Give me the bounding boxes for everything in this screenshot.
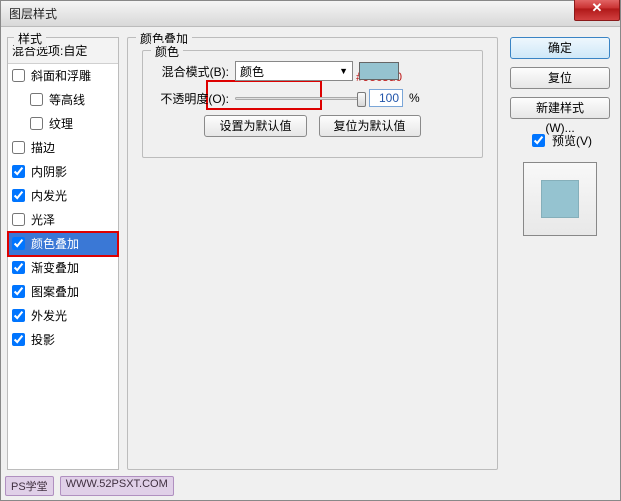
style-label: 内阴影	[31, 163, 67, 180]
style-label: 渐变叠加	[31, 259, 79, 276]
opacity-slider[interactable]	[235, 97, 363, 100]
style-inner-glow-check[interactable]	[12, 189, 25, 202]
watermark-tag2: WWW.52PSXT.COM	[60, 476, 174, 496]
default-buttons-row: 设置为默认值 复位为默认值	[153, 115, 472, 137]
style-label: 图案叠加	[31, 283, 79, 300]
titlebar[interactable]: 图层样式 ✕	[1, 1, 620, 27]
style-label: 等高线	[49, 91, 85, 108]
style-color-overlay-check[interactable]	[12, 237, 25, 250]
style-color-overlay[interactable]: 颜色叠加	[8, 232, 118, 256]
style-bevel[interactable]: 斜面和浮雕	[8, 64, 118, 88]
style-satin[interactable]: 光泽	[8, 208, 118, 232]
style-texture-check[interactable]	[30, 117, 43, 130]
style-gradient-overlay-check[interactable]	[12, 261, 25, 274]
style-inner-shadow-check[interactable]	[12, 165, 25, 178]
blend-mode-dropdown[interactable]: 颜色 ▼	[235, 61, 353, 81]
blend-mode-label: 混合模式(B):	[153, 63, 229, 80]
color-swatch[interactable]	[359, 62, 399, 80]
color-group: 颜色 混合模式(B): 颜色 ▼ 不透明度(O):	[142, 50, 483, 158]
style-label: 外发光	[31, 307, 67, 324]
opacity-unit: %	[409, 91, 420, 105]
preview-checkbox[interactable]	[532, 134, 545, 147]
preview-toggle-row: 预览(V)	[528, 131, 592, 150]
style-label: 光泽	[31, 211, 55, 228]
color-overlay-fieldset: 颜色叠加 #95c3d0 颜色 混合模式(B): 颜色 ▼ 不透明度(O	[127, 37, 498, 470]
window-title: 图层样式	[9, 5, 57, 22]
new-style-button[interactable]: 新建样式(W)...	[510, 97, 610, 119]
style-pattern-overlay-check[interactable]	[12, 285, 25, 298]
settings-area: 颜色叠加 #95c3d0 颜色 混合模式(B): 颜色 ▼ 不透明度(O	[127, 37, 498, 470]
slider-thumb[interactable]	[357, 92, 366, 107]
close-icon: ✕	[592, 0, 603, 15]
style-label: 投影	[31, 331, 55, 348]
close-button[interactable]: ✕	[574, 0, 620, 21]
chevron-down-icon: ▼	[339, 66, 348, 76]
style-stroke-check[interactable]	[12, 141, 25, 154]
watermark: PS学堂 WWW.52PSXT.COM	[5, 476, 174, 496]
style-inner-glow[interactable]: 内发光	[8, 184, 118, 208]
opacity-input[interactable]: 100	[369, 89, 403, 107]
style-satin-check[interactable]	[12, 213, 25, 226]
style-drop-shadow-check[interactable]	[12, 333, 25, 346]
style-pattern-overlay[interactable]: 图案叠加	[8, 280, 118, 304]
preview-swatch	[541, 180, 579, 218]
styles-panel: 样式 混合选项:自定 斜面和浮雕 等高线 纹理 描边 内阴	[7, 37, 119, 470]
style-contour-check[interactable]	[30, 93, 43, 106]
style-label: 内发光	[31, 187, 67, 204]
opacity-label: 不透明度(O):	[153, 90, 229, 107]
style-outer-glow-check[interactable]	[12, 309, 25, 322]
styles-panel-label: 样式	[14, 30, 46, 47]
style-label: 颜色叠加	[31, 235, 79, 252]
blend-mode-value: 颜色	[240, 63, 264, 80]
style-gradient-overlay[interactable]: 渐变叠加	[8, 256, 118, 280]
style-label: 纹理	[49, 115, 73, 132]
right-column: 确定 复位 新建样式(W)... 预览(V)	[506, 37, 614, 470]
style-label: 描边	[31, 139, 55, 156]
opacity-row: 不透明度(O): 100 %	[153, 89, 472, 107]
color-group-label: 颜色	[151, 43, 183, 60]
blend-mode-row: 混合模式(B): 颜色 ▼	[153, 61, 472, 81]
cancel-button[interactable]: 复位	[510, 67, 610, 89]
preview-label: 预览(V)	[552, 132, 592, 149]
style-drop-shadow[interactable]: 投影	[8, 328, 118, 352]
style-outer-glow[interactable]: 外发光	[8, 304, 118, 328]
style-bevel-check[interactable]	[12, 69, 25, 82]
style-texture[interactable]: 纹理	[8, 112, 118, 136]
reset-default-button[interactable]: 复位为默认值	[319, 115, 421, 137]
style-stroke[interactable]: 描边	[8, 136, 118, 160]
content-area: 样式 混合选项:自定 斜面和浮雕 等高线 纹理 描边 内阴	[7, 31, 614, 470]
make-default-button[interactable]: 设置为默认值	[204, 115, 306, 137]
style-contour[interactable]: 等高线	[8, 88, 118, 112]
style-label: 斜面和浮雕	[31, 67, 91, 84]
ok-button[interactable]: 确定	[510, 37, 610, 59]
style-inner-shadow[interactable]: 内阴影	[8, 160, 118, 184]
layer-style-dialog: 图层样式 ✕ 样式 混合选项:自定 斜面和浮雕 等高线 纹理	[0, 0, 621, 501]
watermark-tag1: PS学堂	[5, 476, 54, 496]
preview-box	[523, 162, 597, 236]
